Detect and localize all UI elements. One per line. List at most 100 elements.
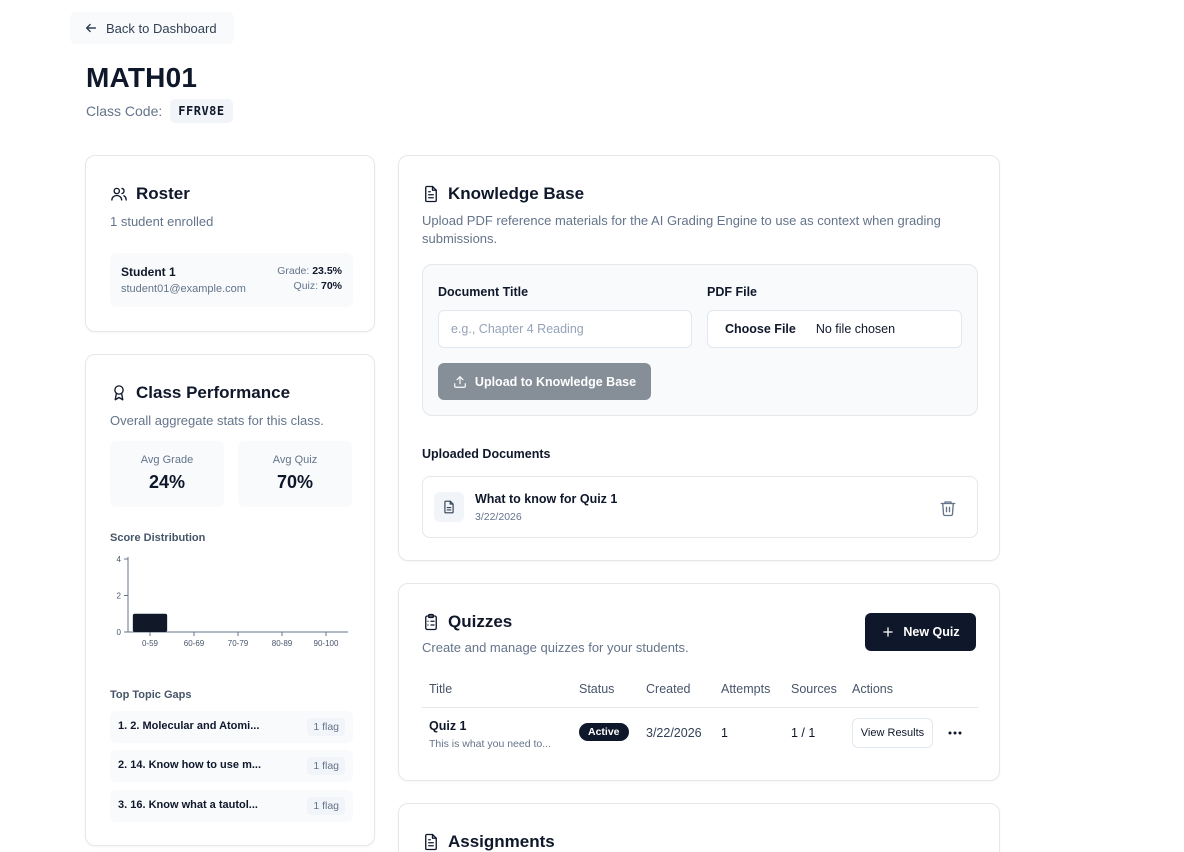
performance-subtitle: Overall aggregate stats for this class. [110, 413, 324, 428]
chart-bar [132, 613, 168, 632]
topic-gap-item[interactable]: 1. 2. Molecular and Atomi... 1 flag [110, 711, 353, 743]
roster-card: Roster 1 student enrolled Student 1 stud… [85, 155, 375, 332]
quiz-sources: 1 / 1 [791, 726, 816, 740]
back-to-dashboard-link[interactable]: Back to Dashboard [70, 12, 234, 44]
performance-title: Class Performance [110, 383, 290, 403]
student-grade: Grade: 23.5% [277, 265, 342, 277]
quiz-attempts: 1 [721, 726, 728, 740]
knowledge-base-card: Knowledge Base Upload PDF reference mate… [398, 155, 1000, 561]
knowledge-base-title: Knowledge Base [422, 184, 584, 204]
avg-grade-stat: Avg Grade 24% [110, 441, 224, 507]
class-code-label: Class Code: [86, 103, 163, 119]
x-tick-label: 60-69 [184, 639, 205, 648]
upload-icon [454, 375, 466, 388]
student-row[interactable]: Student 1 student01@example.com Grade: 2… [110, 253, 353, 307]
topic-gap-item[interactable]: 2. 14. Know how to use m... 1 flag [110, 750, 353, 782]
class-performance-card: Class Performance Overall aggregate stat… [85, 354, 375, 846]
pdf-file-label: PDF File [707, 285, 758, 299]
knowledge-base-title-text: Knowledge Base [448, 184, 585, 203]
class-code: Class Code: FFRV8E [86, 99, 233, 123]
avg-quiz-label: Avg Quiz [272, 454, 318, 466]
column-header-actions: Actions [852, 682, 893, 696]
document-icon-box [434, 492, 464, 522]
roster-subtitle: 1 student enrolled [110, 214, 214, 229]
student-name: Student 1 [121, 265, 176, 279]
topic-gap-text: 3. 16. Know what a tautol... [118, 799, 258, 811]
quizzes-title: Quizzes [422, 612, 512, 632]
quiz-title: Quiz 1 [429, 719, 467, 733]
clipboard-list-icon [425, 613, 437, 631]
student-grade-label: Grade: [277, 265, 310, 277]
topic-gap-flag-badge: 1 flag [307, 797, 345, 815]
topic-gap-flag-badge: 1 flag [307, 718, 345, 736]
view-results-button[interactable]: View Results [852, 718, 933, 748]
y-tick-label: 4 [117, 555, 122, 564]
student-grade-value: 23.5% [312, 265, 342, 277]
file-text-icon [425, 833, 437, 851]
upload-to-knowledge-base-button[interactable]: Upload to Knowledge Base [438, 363, 651, 400]
trash-icon[interactable] [939, 499, 957, 517]
quiz-description: This is what you need to... [429, 738, 551, 750]
upload-panel: Document Title PDF File Choose File No f… [422, 264, 978, 416]
status-badge: Active [579, 723, 629, 741]
x-tick-label: 90-100 [314, 639, 339, 648]
performance-title-text: Class Performance [136, 383, 291, 402]
avg-quiz-value: 70% [276, 472, 314, 492]
no-file-chosen-text: No file chosen [815, 322, 896, 336]
document-date: 3/22/2026 [475, 511, 522, 523]
upload-button-label: Upload to Knowledge Base [474, 374, 637, 389]
x-tick-label: 0-59 [142, 639, 159, 648]
class-code-badge: FFRV8E [170, 99, 233, 123]
y-tick-label: 2 [117, 592, 122, 601]
column-header-title: Title [429, 682, 453, 696]
column-header-sources: Sources [791, 682, 837, 696]
topic-gap-text: 1. 2. Molecular and Atomi... [118, 720, 260, 732]
column-header-attempts: Attempts [721, 682, 771, 696]
document-name: What to know for Quiz 1 [475, 492, 618, 506]
document-title-input[interactable] [438, 310, 692, 348]
x-tick-label: 70-79 [228, 639, 249, 648]
column-header-created: Created [646, 682, 691, 696]
document-icon [444, 500, 454, 514]
award-icon [114, 385, 124, 401]
topic-gap-text: 2. 14. Know how to use m... [118, 759, 262, 771]
uploaded-documents-label: Uploaded Documents [422, 447, 551, 461]
column-header-status: Status [579, 682, 615, 696]
roster-title: Roster [110, 184, 190, 204]
new-quiz-label: New Quiz [903, 625, 960, 639]
quizzes-title-text: Quizzes [448, 612, 513, 631]
assignments-title-text: Assignments [448, 832, 555, 851]
new-quiz-button[interactable]: New Quiz [865, 613, 976, 651]
y-tick-label: 0 [117, 628, 122, 637]
quiz-created-date: 3/22/2026 [646, 726, 702, 740]
page-title: MATH01 [86, 62, 198, 93]
knowledge-base-subtitle: Upload PDF reference materials for the A… [422, 213, 941, 246]
more-horizontal-icon [948, 731, 962, 735]
student-quiz: Quiz: 70% [294, 280, 342, 292]
x-tick-label: 80-89 [272, 639, 293, 648]
student-quiz-value: 70% [320, 280, 342, 292]
users-icon [111, 187, 127, 201]
choose-file-button[interactable]: Choose File [725, 322, 796, 336]
back-to-dashboard-label: Back to Dashboard [106, 20, 217, 36]
score-distribution-label: Score Distribution [110, 532, 206, 544]
topic-gaps-label: Top Topic Gaps [110, 689, 192, 701]
document-title-label: Document Title [438, 285, 529, 299]
assignments-card: Assignments [398, 803, 1000, 852]
pdf-file-input[interactable]: Choose File No file chosen [707, 310, 962, 348]
table-divider [422, 707, 978, 708]
assignments-title: Assignments [422, 832, 555, 852]
avg-grade-value: 24% [148, 472, 186, 492]
topic-gap-item[interactable]: 3. 16. Know what a tautol... 1 flag [110, 790, 353, 822]
file-text-icon [425, 185, 437, 203]
arrow-left-icon [85, 23, 97, 33]
student-quiz-label: Quiz: [293, 280, 319, 292]
more-options-button[interactable] [944, 723, 966, 743]
score-distribution-chart: 0 2 4 0-59 60-69 70-79 80-89 90-100 [117, 555, 348, 648]
quizzes-subtitle: Create and manage quizzes for your stude… [422, 640, 689, 655]
roster-title-text: Roster [136, 184, 190, 203]
avg-quiz-stat: Avg Quiz 70% [238, 441, 352, 507]
uploaded-document-row: What to know for Quiz 1 3/22/2026 [422, 476, 978, 538]
plus-icon [883, 627, 894, 637]
quizzes-card: Quizzes Create and manage quizzes for yo… [398, 583, 1000, 781]
